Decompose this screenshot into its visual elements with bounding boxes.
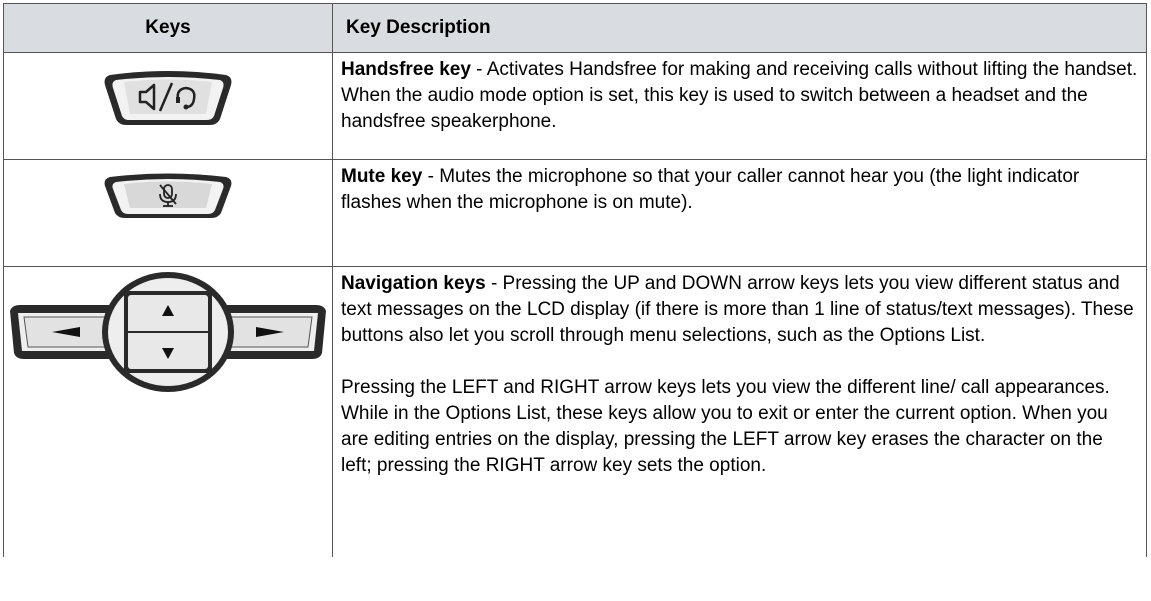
key-image-cell (3, 266, 333, 557)
key-image-cell (3, 52, 333, 160)
table-row: Handsfree key - Activates Handsfree for … (3, 52, 1147, 160)
mute-key-icon (104, 173, 232, 218)
mute-key-term: Mute key (341, 166, 423, 187)
description-cell: Handsfree key - Activates Handsfree for … (332, 52, 1147, 160)
navigation-keys-term: Navigation keys (341, 273, 486, 294)
handsfree-key-icon (104, 71, 232, 125)
navigation-keys-text-2: Pressing the LEFT and RIGHT arrow keys l… (341, 377, 1110, 476)
table-row: Navigation keys - Pressing the UP and DO… (3, 266, 1147, 557)
description-cell: Navigation keys - Pressing the UP and DO… (332, 266, 1147, 557)
header-key-description: Key Description (332, 3, 1147, 53)
navigation-keys-icon (10, 272, 326, 392)
keys-table: Keys Key Description Handsfree key - Act… (3, 3, 1147, 557)
header-keys: Keys (3, 3, 333, 53)
key-image-cell (3, 159, 333, 267)
description-cell: Mute key - Mutes the microphone so that … (332, 159, 1147, 267)
mute-key-text: - Mutes the microphone so that your call… (341, 166, 1080, 213)
handsfree-key-term: Handsfree key (341, 59, 471, 80)
table-row: Mute key - Mutes the microphone so that … (3, 159, 1147, 267)
table-header-row: Keys Key Description (3, 3, 1147, 53)
